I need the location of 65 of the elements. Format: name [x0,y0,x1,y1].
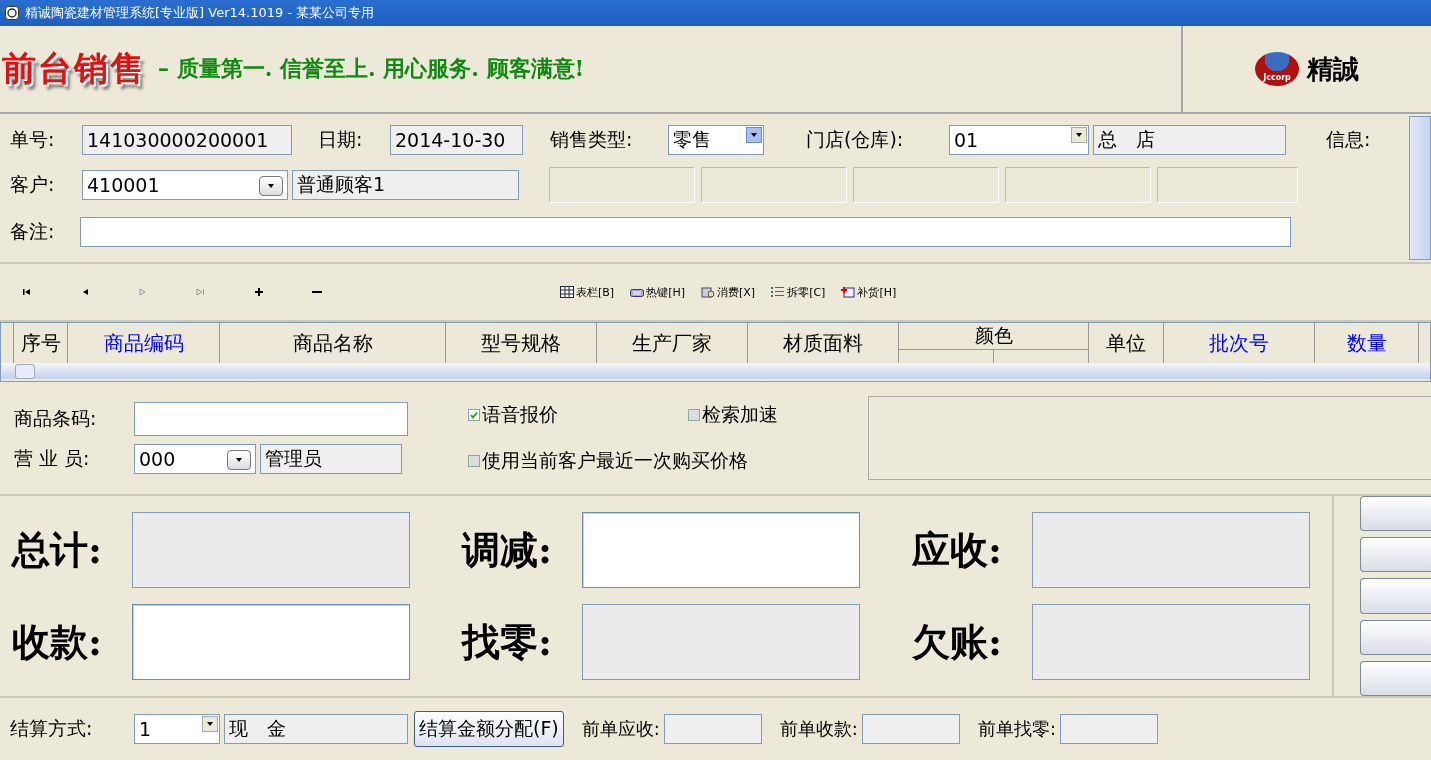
dropdown-button[interactable] [259,176,283,196]
slogan: – 质量第一. 信誉至上. 用心服务. 顾客满意! [158,54,585,83]
keyboard-icon [630,286,645,298]
field-label: 营 业 员: [14,446,91,471]
total-label: 收款: [12,617,104,666]
field-label: 前单找零: [977,717,1056,741]
field-label: 单号: [10,127,56,152]
total-label: 找零: [462,617,554,666]
side-button[interactable] [1360,537,1431,573]
field-label: 结算方式: [10,716,94,741]
field-label: 客户: [10,172,56,197]
field-label: 商品条码: [14,406,98,431]
field-label: 门店(仓库): [806,127,905,152]
amount-field[interactable] [582,512,860,588]
side-button[interactable] [1360,578,1431,614]
vertical-scrollbar[interactable] [1409,116,1431,260]
checkbox-label[interactable]: 使用当前客户最近一次购买价格 [482,448,748,474]
total-label: 欠账: [912,617,1004,666]
order-number-field[interactable]: 141030000200001 [82,125,292,155]
settlement-dropdown[interactable]: 1 [134,714,220,744]
checkbox-label[interactable]: 检索加速 [702,402,778,428]
banner-title: 前台销售 [2,47,146,90]
total-label: 应收: [912,525,1004,574]
table-icon [560,286,574,298]
total-label: 调减: [462,525,554,574]
field-label: 销售类型: [550,127,634,152]
store-name-field: 总 店 [1093,125,1286,155]
toolbar-button[interactable]: 补货[H] [841,284,897,300]
date-field[interactable]: 2014-10-30 [390,125,523,155]
barcode-field[interactable] [134,402,408,436]
total-label: 总计: [12,525,104,574]
clerk-code-field[interactable]: 000 [134,444,256,474]
customer-code-field[interactable]: 410001 [82,170,288,200]
app-icon [5,6,19,20]
logo-mark: Jccorp [1255,52,1299,86]
field-label: 备注: [10,219,56,244]
dropdown-button[interactable] [227,450,251,470]
settlement-name-field: 现 金 [224,714,408,744]
toolbar-button[interactable]: 热键[H] [630,284,685,300]
clerk-name-field: 管理员 [260,444,402,474]
checkbox[interactable] [468,409,480,421]
checkbox[interactable] [688,409,700,421]
amount-field[interactable] [132,604,410,680]
allocate-button[interactable]: 结算金额分配(F) [414,711,564,747]
side-button[interactable] [1360,660,1431,696]
toolbar-button[interactable]: 拆零[C] [771,284,826,300]
toolbar-button[interactable]: 表栏[B] [560,284,615,300]
field-label: 日期: [318,127,364,152]
customer-name-field: 普通顾客1 [292,170,519,200]
column-header: 颜色 [899,323,1088,350]
field-label: 前单应收: [581,717,660,741]
side-button[interactable] [1360,496,1431,532]
sale-type-dropdown[interactable]: 零售 [668,125,764,155]
logo-name: 精誠 [1307,52,1359,86]
toolbar-button[interactable]: 消费[X] [701,284,756,300]
note-field[interactable] [80,217,1291,247]
plus-document-icon [841,286,856,298]
side-button[interactable] [1360,619,1431,655]
info-label: 信息: [1326,127,1371,152]
field-label: 前单收款: [779,717,858,741]
horizontal-scrollbar[interactable] [1,363,1430,379]
checkbox[interactable] [468,455,480,467]
checkbox-label[interactable]: 语音报价 [482,402,558,428]
store-dropdown[interactable]: 01 [949,125,1089,155]
window-title: 精诚陶瓷建材管理系统[专业版] Ver14.1019 - 某某公司专用 [25,4,375,22]
